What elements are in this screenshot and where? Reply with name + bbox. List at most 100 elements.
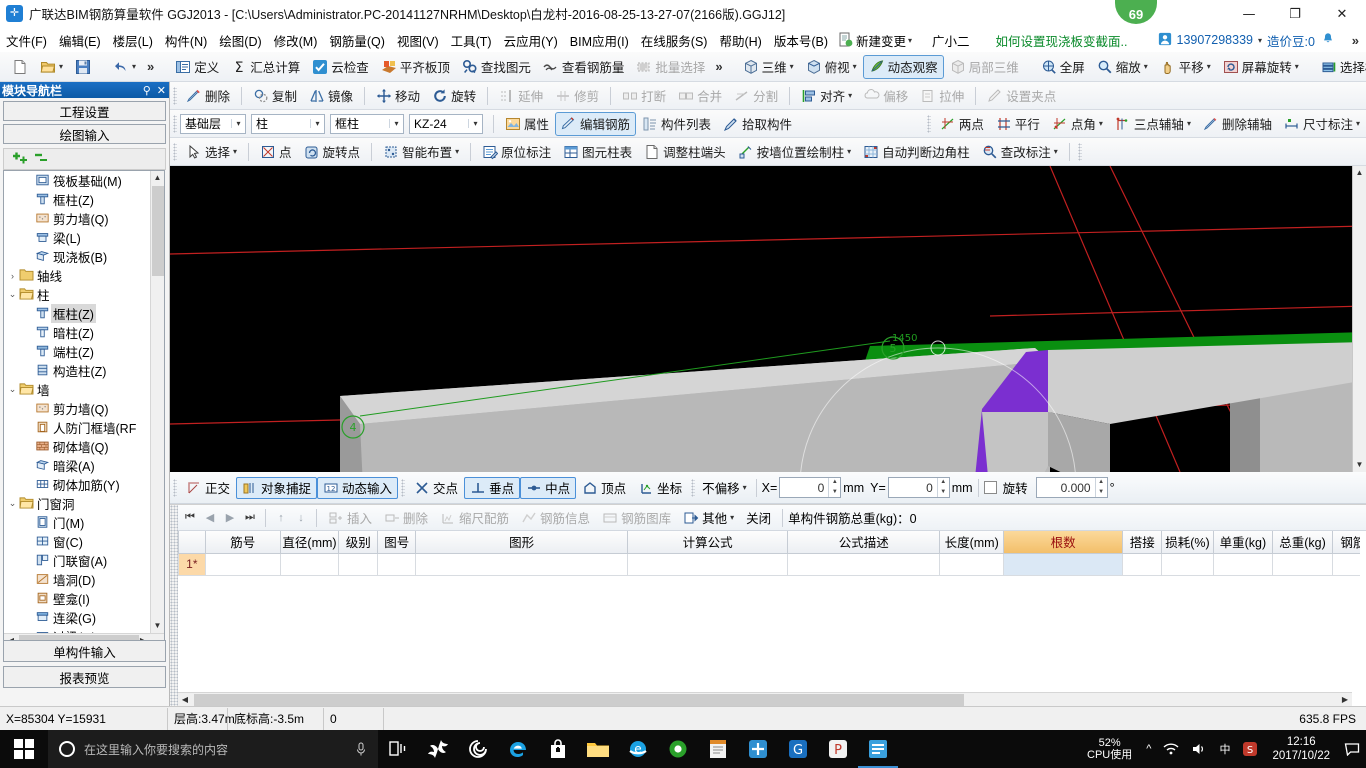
new-change-button[interactable]: 新建变更 ▾ (834, 31, 916, 50)
tip-link[interactable]: 如何设置现浇板变截面.. (996, 31, 1128, 50)
x-input[interactable]: 0 ▲ ▼ (779, 477, 842, 498)
table-cell[interactable] (1272, 552, 1333, 576)
column-header-12[interactable]: 单重(kg) (1212, 531, 1274, 554)
tree-item[interactable]: 梁(L) (4, 228, 150, 247)
tray-expand-icon[interactable]: ^ (1140, 743, 1157, 755)
tree-item[interactable]: 砌体加筋(Y) (4, 475, 150, 494)
chevron-down-icon[interactable]: ▾ (853, 62, 857, 71)
component-list-button[interactable]: 构件列表 (636, 112, 717, 136)
chevron-down-icon[interactable]: ▾ (790, 62, 794, 71)
check-label-button[interactable]: 查改标注 ▾ (976, 140, 1064, 164)
select-floor-button[interactable]: 选择楼层 (1315, 55, 1366, 79)
menu-version[interactable]: 版本号(B) (768, 29, 834, 52)
notes-icon[interactable] (698, 730, 738, 768)
column-header-2[interactable]: 直径(mm) (279, 531, 340, 554)
table-cell[interactable] (626, 552, 789, 576)
mirror-button[interactable]: 镜像 (303, 84, 359, 108)
scale-rebar-button[interactable]: 缩尺配筋 (434, 507, 515, 529)
remove-icon[interactable] (34, 151, 50, 167)
top-view-button[interactable]: 俯视 ▾ (800, 55, 863, 79)
tree-item[interactable]: 窗(C) (4, 532, 150, 551)
explorer-icon[interactable] (578, 730, 618, 768)
menu-bim[interactable]: BIM应用(I) (564, 29, 635, 52)
table-cell[interactable] (415, 552, 628, 576)
panel-grip[interactable] (170, 505, 178, 707)
offset-button[interactable]: 偏移 (858, 84, 914, 108)
chevron-down-icon[interactable]: ▾ (1144, 62, 1148, 71)
chevron-down-icon[interactable]: ▾ (1207, 62, 1211, 71)
single-component-input-button[interactable]: 单构件输入 (3, 640, 166, 662)
table-row[interactable]: 1* (178, 552, 1360, 576)
toolbar-grip[interactable] (401, 478, 406, 497)
stretch-button[interactable]: 拉伸 (914, 84, 970, 108)
insitu-label-button[interactable]: 原位标注 (476, 140, 557, 164)
property-button[interactable]: 属性 (499, 112, 555, 136)
point-angle-axis-button[interactable]: 点角 ▾ (1046, 112, 1109, 136)
chevron-down-icon[interactable]: ▾ (730, 513, 734, 522)
p-icon[interactable]: P (818, 730, 858, 768)
toolbar-grip[interactable] (926, 114, 931, 133)
tree-item[interactable]: ⌄ 门窗洞 (4, 494, 150, 513)
tree-item[interactable]: › 轴线 (4, 266, 150, 285)
search-input[interactable]: 在这里输入你要搜索的内容 (84, 741, 346, 758)
column-header-0[interactable] (178, 531, 206, 554)
chevron-down-icon[interactable]: ▾ (310, 119, 324, 128)
scroll-down-icon[interactable]: ▼ (1353, 458, 1366, 472)
first-record-button[interactable]: ⏮ (180, 511, 200, 524)
fullscreen-button[interactable]: 全屏 (1035, 55, 1091, 79)
rotate-input[interactable]: 0.000 ▲ ▼ (1035, 477, 1108, 498)
align-button[interactable]: 对齐 ▾ (795, 84, 858, 108)
tree-item[interactable]: ⌄ 柱 (4, 285, 150, 304)
chevron-down-icon[interactable]: ▾ (389, 119, 403, 128)
coin-balance[interactable]: 造价豆:0 (1267, 31, 1315, 50)
table-cell[interactable] (204, 552, 281, 576)
table-cell[interactable] (1003, 552, 1124, 576)
chevron-down-icon[interactable]: ▾ (848, 91, 852, 100)
rotate-spinner[interactable]: ▲ ▼ (1094, 478, 1107, 497)
view-rebar-qty-button[interactable]: 查看钢筋量 (537, 55, 631, 79)
rebar-table[interactable]: 筋号 直径(mm) 级别 图号 图形 计算公式 公式描述 长度(mm) 根数 搭接 损耗(%) 单重(… (178, 531, 1360, 576)
next-record-button[interactable]: ▶ (220, 511, 240, 524)
minimize-button[interactable]: — (1226, 0, 1272, 28)
adjust-column-end-button[interactable]: 调整柱端头 (638, 140, 732, 164)
column-header-10[interactable]: 搭接 (1122, 531, 1163, 554)
cloud-check-button[interactable]: 云检查 (306, 55, 375, 79)
table-cell[interactable] (787, 552, 941, 576)
scroll-up-icon[interactable]: ▲ (1353, 166, 1366, 180)
close-icon[interactable]: ✕ (154, 84, 169, 97)
scroll-right-icon[interactable]: ▶ (1338, 693, 1352, 707)
extend-button[interactable]: 延伸 (493, 84, 549, 108)
break-button[interactable]: 打断 (616, 84, 672, 108)
table-cell[interactable] (939, 552, 1005, 576)
tree-item[interactable]: 框柱(Z) (4, 304, 150, 323)
chevron-down-icon[interactable]: ▾ (1356, 119, 1360, 128)
move-button[interactable]: 移动 (370, 84, 426, 108)
define-button[interactable]: 定义 (169, 55, 225, 79)
pick-component-button[interactable]: 拾取构件 (717, 112, 798, 136)
object-snap-toggle[interactable]: 对象捕捉 (236, 476, 318, 499)
phone-number[interactable]: 13907298339 (1177, 33, 1253, 47)
toolbar-grip[interactable] (173, 86, 177, 105)
chevron-down-icon[interactable]: ▾ (231, 119, 245, 128)
viewport-canvas[interactable]: 4 5 1450 Y X Z (170, 166, 1366, 472)
column-header-1[interactable]: 筋号 (204, 531, 281, 554)
table-cell[interactable] (338, 552, 379, 576)
tree-item[interactable]: 人防门框墙(RF (4, 418, 150, 437)
batch-select-button[interactable]: 批量选择 (630, 55, 711, 79)
clock[interactable]: 12:16 2017/10/22 (1264, 735, 1338, 763)
three-point-axis-button[interactable]: 三点辅轴 ▾ (1109, 112, 1197, 136)
account-chevron-icon[interactable]: ▾ (1258, 36, 1262, 45)
set-grip-button[interactable]: 设置夹点 (981, 84, 1062, 108)
grid-horizontal-scrollbar[interactable]: ◀ ▶ (178, 692, 1352, 706)
y-spinner[interactable]: ▲ ▼ (936, 478, 949, 497)
column-header-13[interactable]: 总重(kg) (1272, 531, 1333, 554)
menu-file[interactable]: 文件(F) (0, 29, 53, 52)
chevron-down-icon[interactable]: ▾ (908, 36, 912, 45)
rotate-button[interactable]: 旋转 (426, 84, 482, 108)
select-tool-button[interactable]: 选择 ▾ (180, 140, 243, 164)
column-header-6[interactable]: 计算公式 (626, 531, 789, 554)
volume-icon[interactable] (1185, 742, 1213, 756)
chevron-down-icon[interactable]: ▾ (1295, 62, 1299, 71)
chevron-down-icon[interactable]: ▾ (1187, 119, 1191, 128)
column-header-3[interactable]: 级别 (338, 531, 379, 554)
